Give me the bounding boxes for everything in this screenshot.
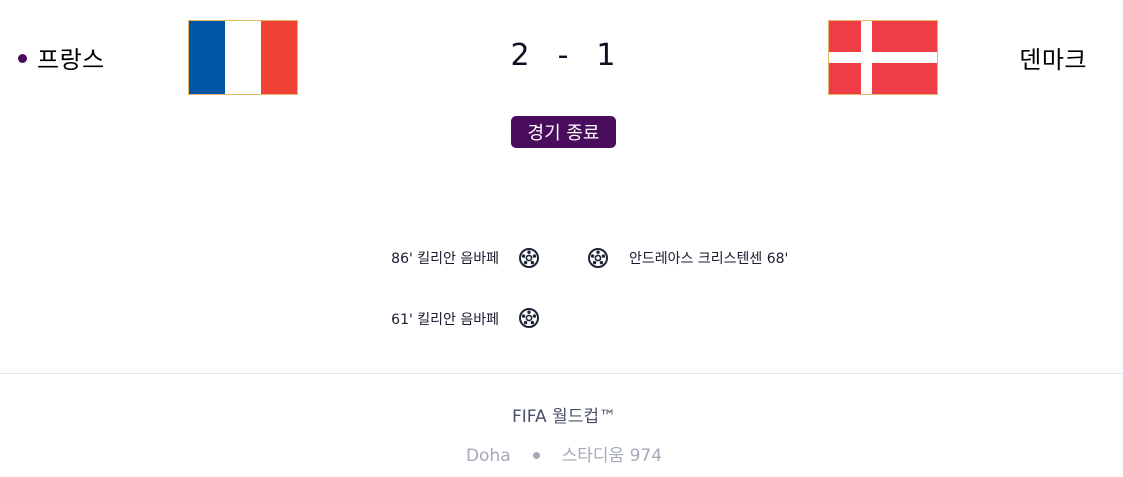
soccer-ball-icon: [519, 248, 539, 268]
away-goal-1: 안드레아스 크리스텐센 68': [629, 251, 789, 267]
score-separator: -: [557, 38, 571, 73]
home-goal-1: 86' 킬리안 음바페: [391, 251, 499, 267]
away-team[interactable]: 덴마크: [1019, 40, 1087, 75]
venue-info: Doha 스타디움 974: [0, 441, 1123, 466]
soccer-ball-icon: [588, 248, 608, 268]
match-status-badge: 경기 종료: [511, 116, 616, 148]
venue-separator-dot: [532, 451, 540, 459]
denmark-flag-graphic: [829, 21, 937, 94]
venue-city: Doha: [465, 446, 511, 466]
soccer-ball-icon: [519, 308, 539, 328]
footer-divider: [0, 373, 1123, 374]
venue-stadium: 스타디움 974: [561, 446, 663, 466]
scoreboard: 2-1: [0, 38, 1123, 73]
denmark-flag-icon[interactable]: [828, 20, 938, 95]
home-score: 2: [510, 38, 532, 73]
home-goal-2: 61' 킬리안 음바페: [391, 312, 499, 328]
away-score: 1: [596, 38, 618, 73]
away-team-name: 덴마크: [1019, 46, 1087, 74]
competition-name[interactable]: FIFA 월드컵™: [0, 402, 1123, 427]
